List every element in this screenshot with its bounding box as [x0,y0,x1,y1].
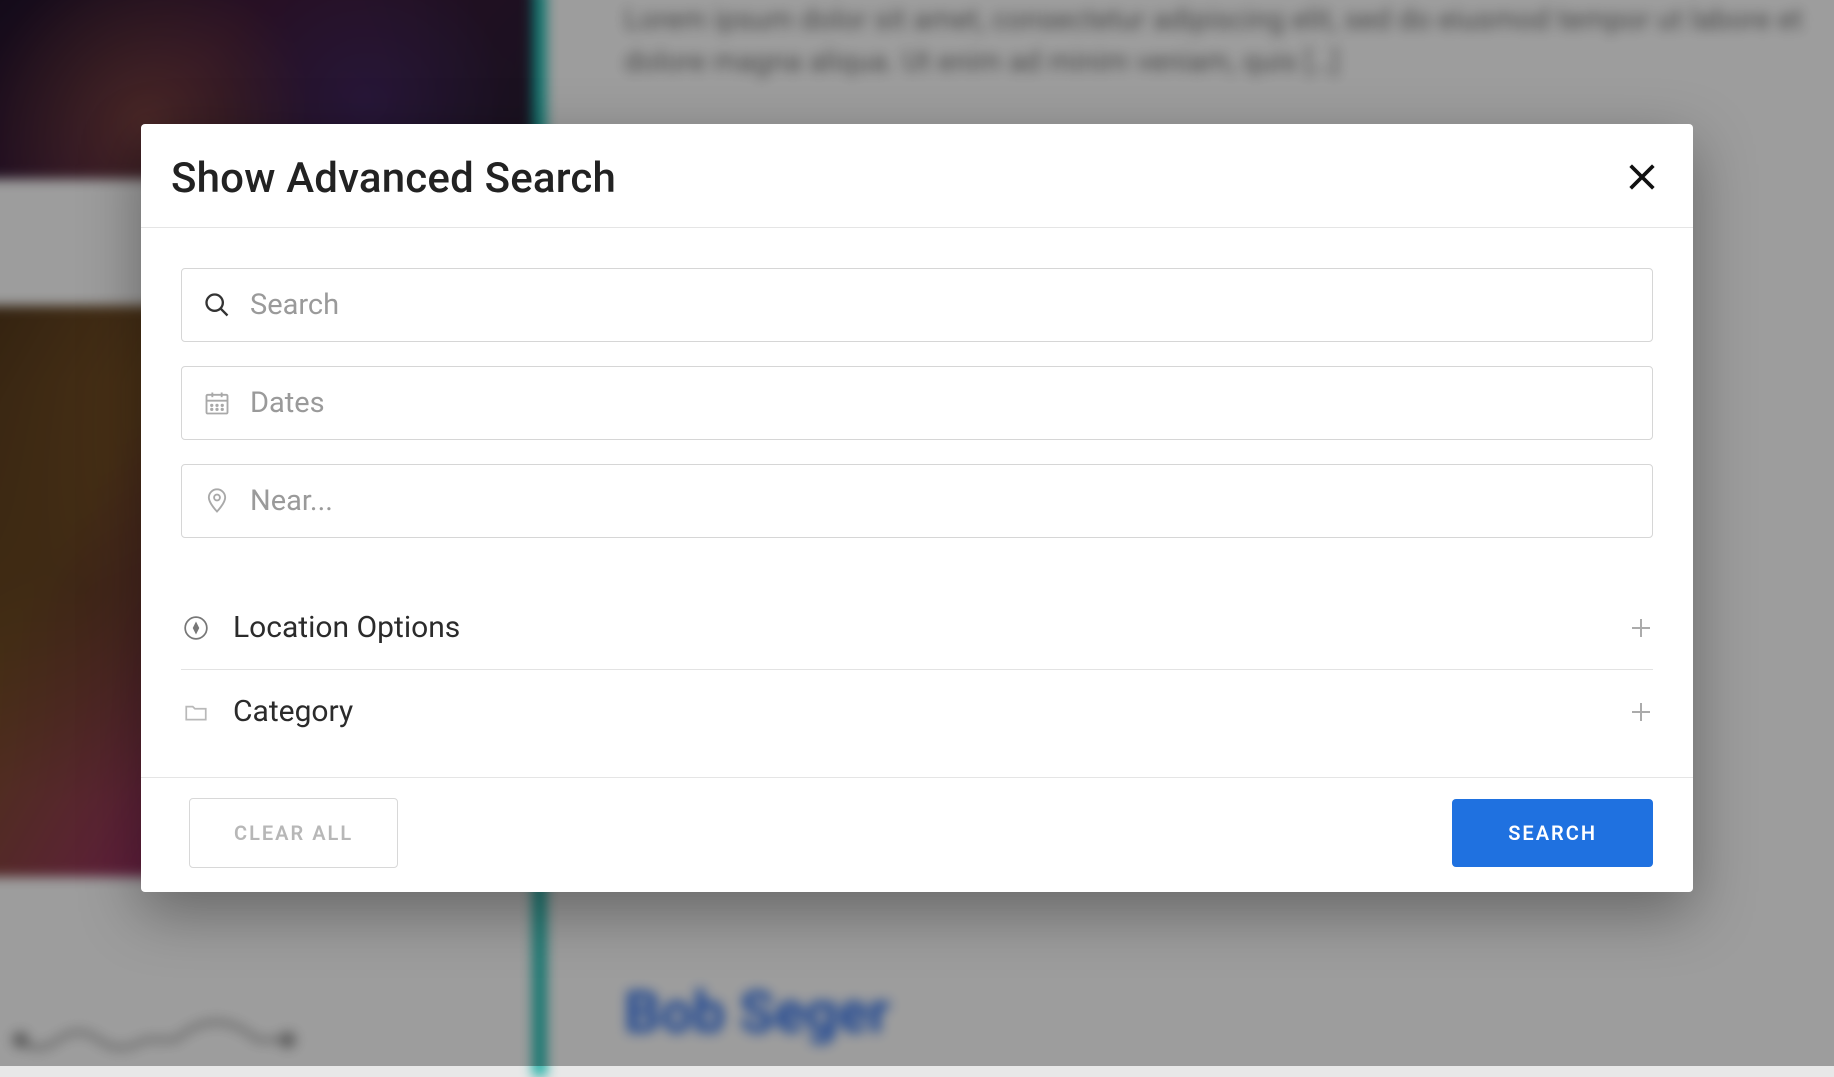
clear-all-button[interactable]: CLEAR ALL [189,798,398,868]
search-field-wrap [181,268,1653,342]
modal-footer: CLEAR ALL SEARCH [141,777,1693,892]
plus-icon [1629,616,1653,640]
compass-icon [181,613,211,643]
dates-input[interactable] [181,366,1653,440]
search-icon [201,289,233,321]
plus-icon [1629,700,1653,724]
near-field-wrap [181,464,1653,538]
category-label: Category [233,694,1607,729]
dates-field-wrap [181,366,1653,440]
search-button[interactable]: SEARCH [1452,799,1653,867]
modal-header: Show Advanced Search [141,124,1693,228]
category-row[interactable]: Category [181,670,1653,753]
accordion: Location Options Category [181,586,1653,753]
modal-title: Show Advanced Search [171,154,616,203]
location-options-row[interactable]: Location Options [181,586,1653,670]
modal-body: Location Options Category [141,228,1693,777]
calendar-icon [201,387,233,419]
near-input[interactable] [181,464,1653,538]
location-options-label: Location Options [233,610,1607,645]
search-input[interactable] [181,268,1653,342]
close-icon [1625,183,1659,198]
close-button[interactable] [1621,156,1663,202]
advanced-search-modal: Show Advanced Search [141,124,1693,892]
location-pin-icon [201,485,233,517]
folder-icon [181,697,211,727]
